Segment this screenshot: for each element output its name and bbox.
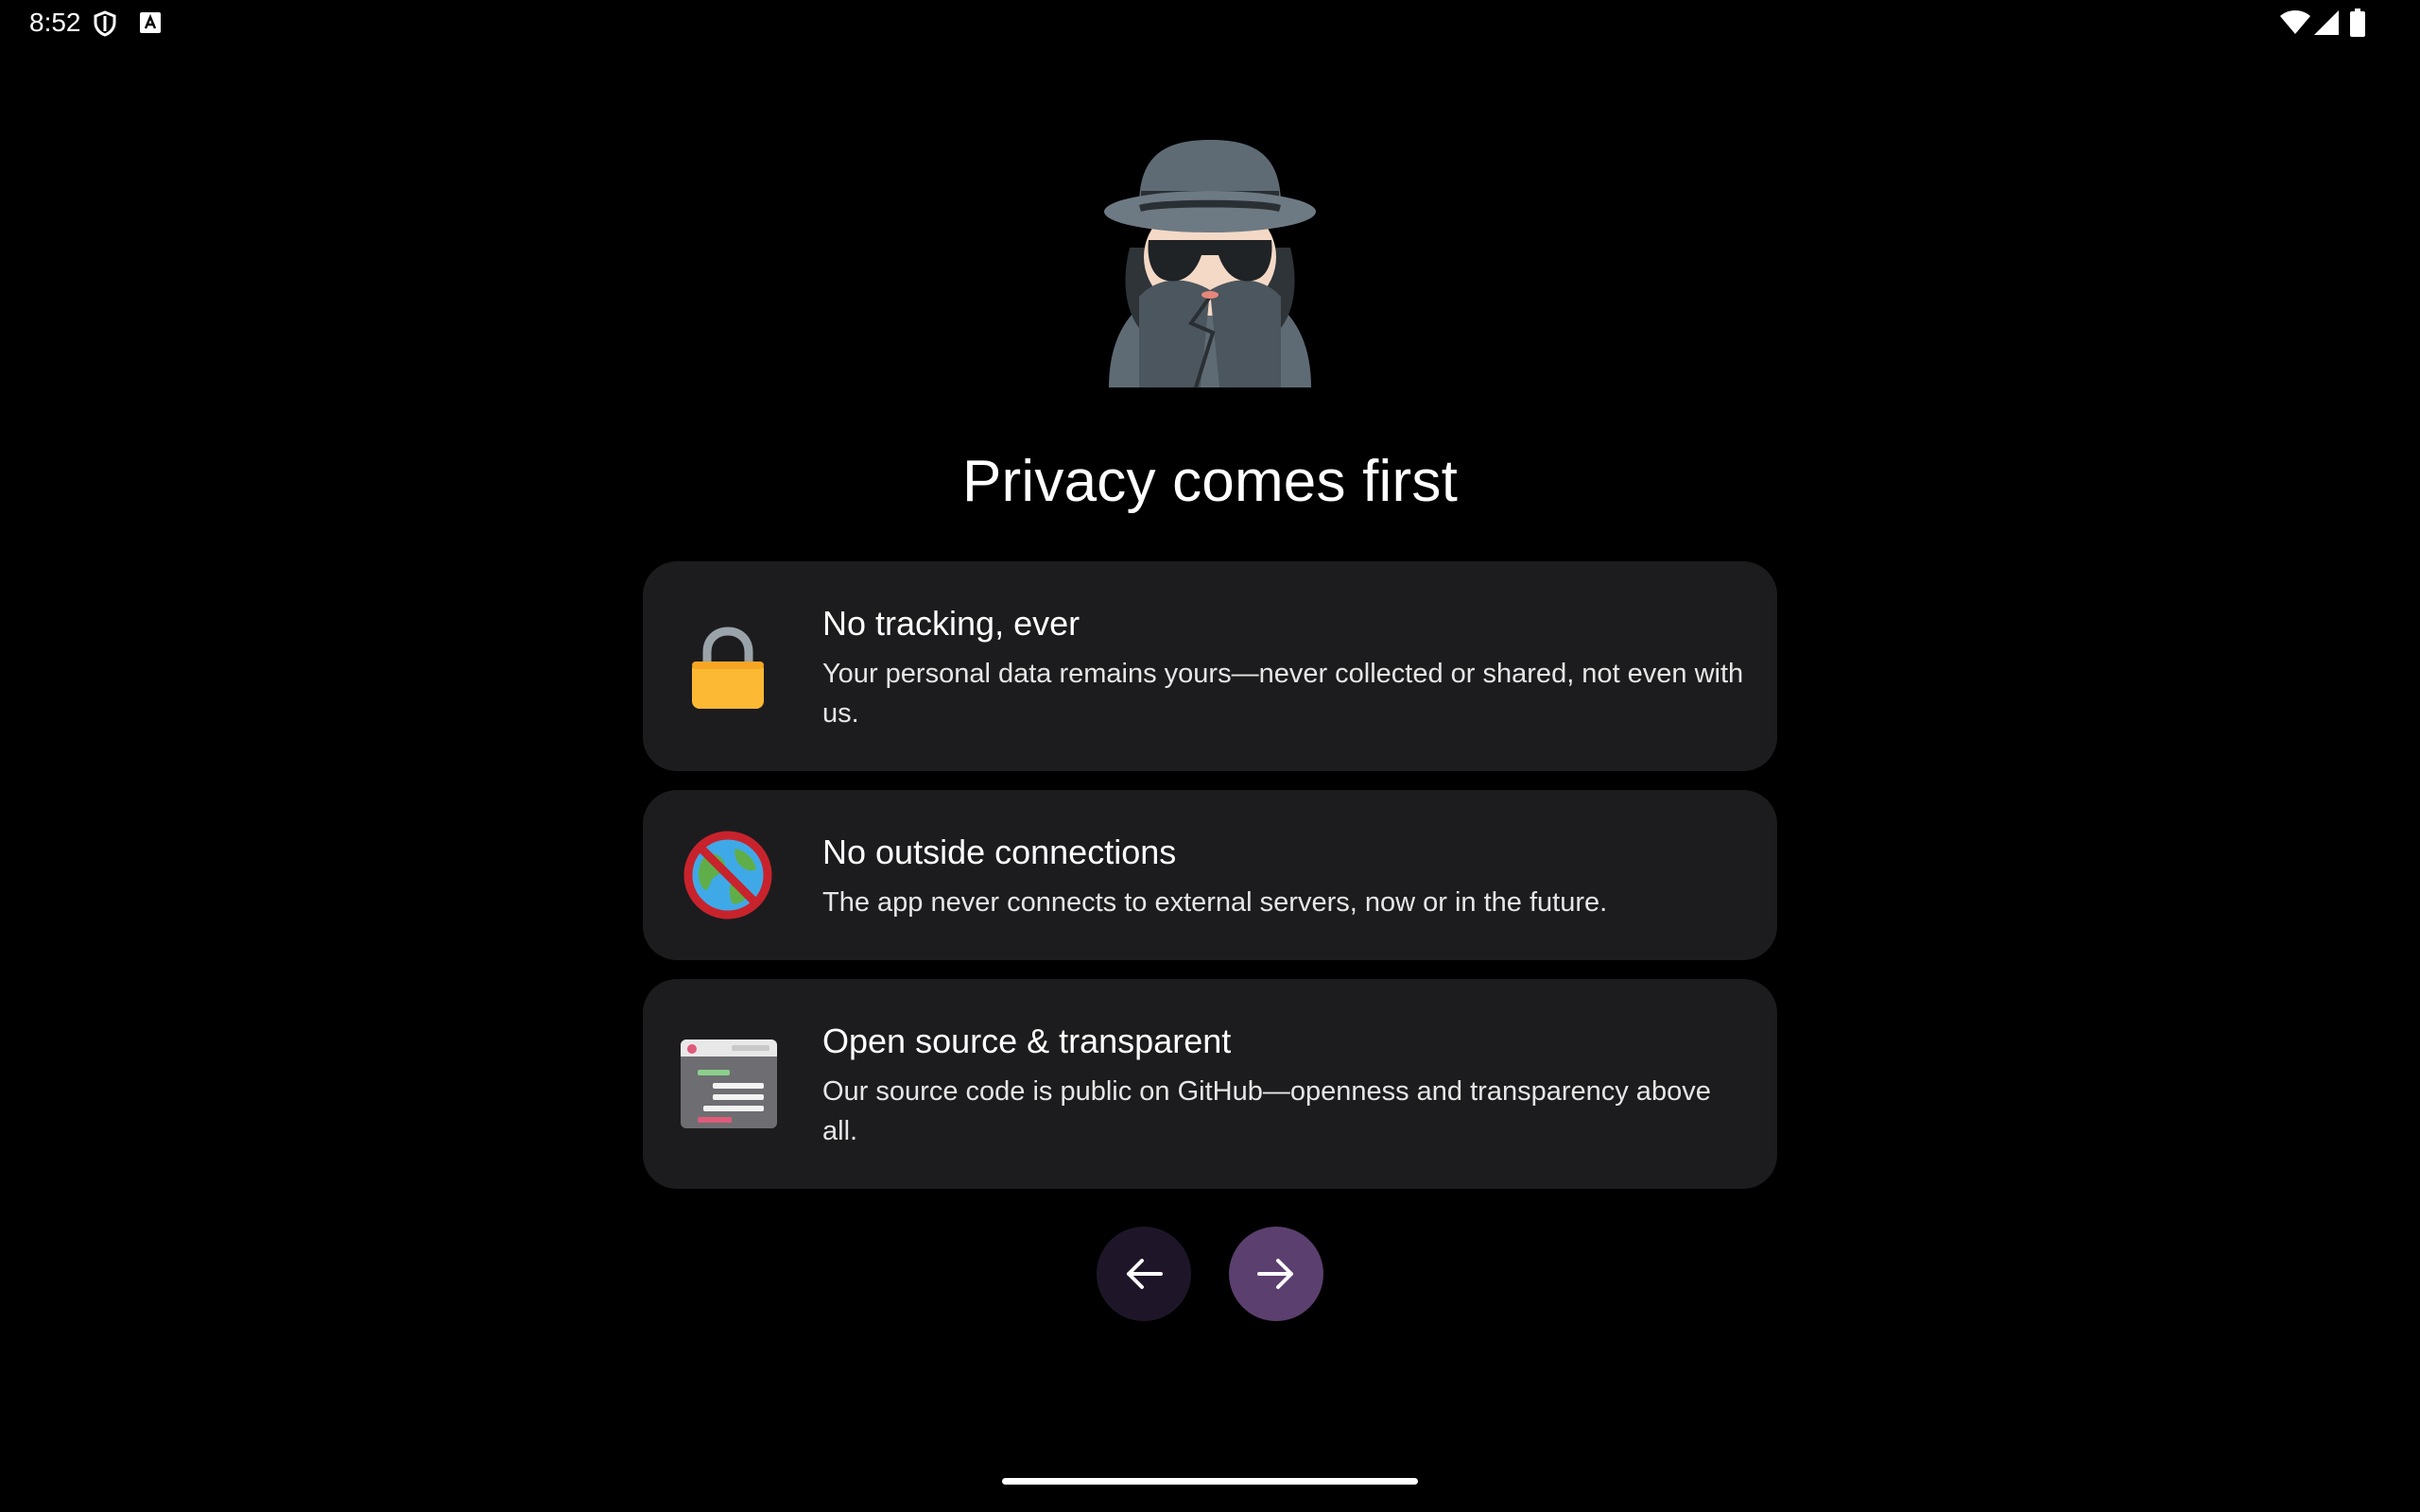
card-title: No outside connections: [822, 833, 1177, 871]
status-bar: 8:52: [0, 0, 2420, 45]
feature-card-open-source: Open source & transparent Our source cod…: [643, 979, 1777, 1189]
shield-icon: [94, 10, 116, 37]
next-button[interactable]: [1229, 1227, 1323, 1321]
battery-icon: [2350, 9, 2365, 37]
wifi-icon: [2280, 10, 2310, 34]
card-description: Our source code is public on GitHub—open…: [822, 1076, 1711, 1146]
source-code-icon: [681, 1040, 777, 1128]
text-a-icon: [140, 12, 161, 33]
lock-icon: [692, 627, 764, 709]
no-globe-icon: [683, 831, 772, 919]
card-description: Your personal data remains yours—never c…: [822, 659, 1744, 729]
home-indicator[interactable]: [1002, 1478, 1418, 1485]
arrow-right-icon: [1257, 1259, 1293, 1289]
card-title: No tracking, ever: [822, 604, 1080, 643]
status-time: 8:52: [29, 8, 81, 37]
page-title: Privacy comes first: [962, 449, 1458, 514]
card-title: Open source & transparent: [822, 1022, 1232, 1060]
onboarding-screen: 8:52 Privacy comes first No tracking, ev…: [0, 0, 2420, 1512]
detective-icon: [1104, 140, 1316, 388]
feature-card-no-tracking: No tracking, ever Your personal data rem…: [643, 561, 1777, 771]
back-button[interactable]: [1097, 1227, 1191, 1321]
card-description: The app never connects to external serve…: [822, 887, 1608, 918]
arrow-left-icon: [1127, 1259, 1163, 1289]
feature-card-no-connections: No outside connections The app never con…: [643, 790, 1777, 960]
cell-signal-icon: [2314, 10, 2339, 35]
